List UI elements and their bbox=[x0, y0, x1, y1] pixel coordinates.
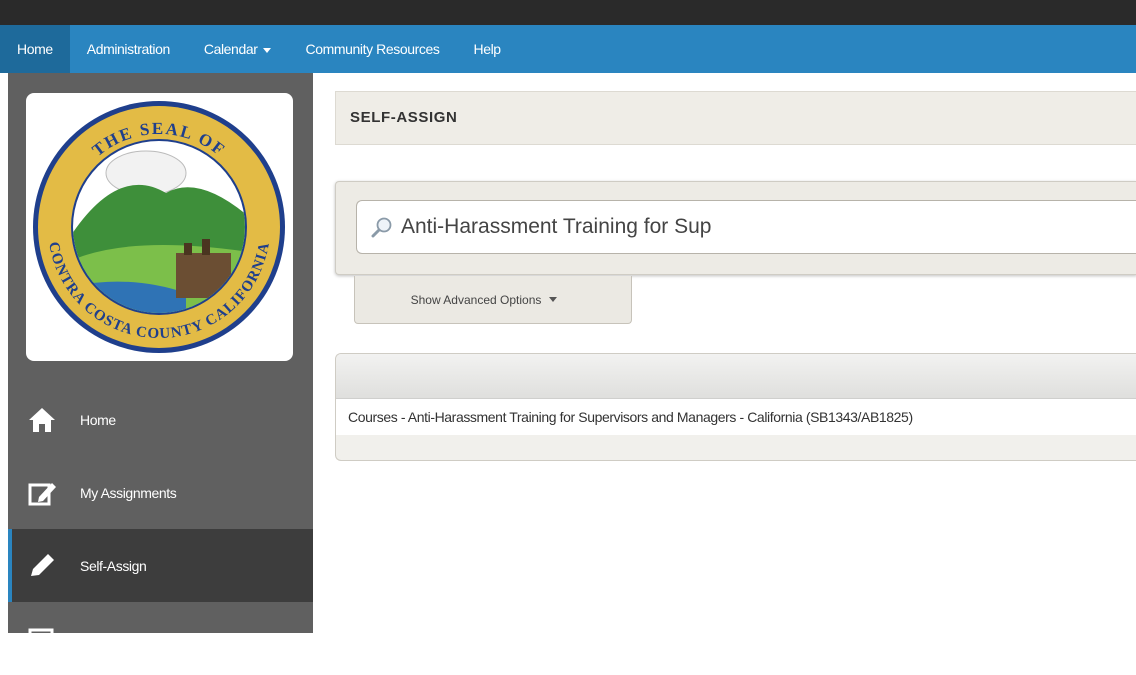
sidebar-item-self-assign[interactable]: Self-Assign bbox=[8, 529, 313, 602]
search-icon bbox=[371, 216, 393, 238]
sidebar-item-home[interactable]: Home bbox=[8, 383, 313, 456]
sidebar-item-label: Home bbox=[80, 411, 116, 428]
nav-calendar[interactable]: Calendar bbox=[187, 25, 289, 73]
search-input[interactable] bbox=[399, 214, 1103, 240]
edit-icon bbox=[22, 473, 62, 513]
nav-help[interactable]: Help bbox=[456, 25, 517, 73]
nav-community-resources[interactable]: Community Resources bbox=[288, 25, 456, 73]
nav-home[interactable]: Home bbox=[0, 25, 70, 73]
search-box bbox=[356, 200, 1136, 254]
results-panel: Courses - Anti-Harassment Training for S… bbox=[335, 353, 1136, 461]
nav-administration[interactable]: Administration bbox=[70, 25, 187, 73]
top-nav: Home Administration Calendar Community R… bbox=[0, 25, 1136, 73]
caret-down-icon bbox=[263, 47, 272, 53]
advanced-options-label: Show Advanced Options bbox=[410, 292, 542, 307]
caret-down-icon bbox=[549, 297, 558, 302]
nav-calendar-label: Calendar bbox=[203, 41, 258, 57]
sidebar-item-my-history[interactable]: My History bbox=[8, 602, 313, 675]
show-advanced-options-button[interactable]: Show Advanced Options bbox=[354, 276, 632, 324]
county-seal-image: THE SEAL OF CONTRA COSTA COUNTY CALIFORN… bbox=[33, 101, 285, 353]
result-row[interactable]: Courses - Anti-Harassment Training for S… bbox=[336, 399, 1136, 435]
main-content: SELF-ASSIGN Show Advanced Options Course… bbox=[313, 73, 1136, 633]
page-header: SELF-ASSIGN bbox=[335, 91, 1136, 145]
sidebar-item-label: My Assignments bbox=[80, 484, 177, 501]
history-icon bbox=[22, 619, 62, 659]
pencil-icon bbox=[22, 546, 62, 586]
sidebar-item-label: Self-Assign bbox=[80, 557, 147, 574]
results-header bbox=[336, 354, 1136, 399]
county-seal-logo: THE SEAL OF CONTRA COSTA COUNTY CALIFORN… bbox=[26, 93, 293, 361]
top-strip bbox=[0, 0, 1136, 25]
sidebar: THE SEAL OF CONTRA COSTA COUNTY CALIFORN… bbox=[8, 73, 313, 651]
search-panel bbox=[335, 181, 1136, 275]
page-title: SELF-ASSIGN bbox=[350, 109, 458, 126]
home-icon bbox=[22, 400, 62, 440]
sidebar-item-my-assignments[interactable]: My Assignments bbox=[8, 456, 313, 529]
sidebar-menu: Home My Assignments Self-Assign My Histo… bbox=[8, 383, 313, 675]
